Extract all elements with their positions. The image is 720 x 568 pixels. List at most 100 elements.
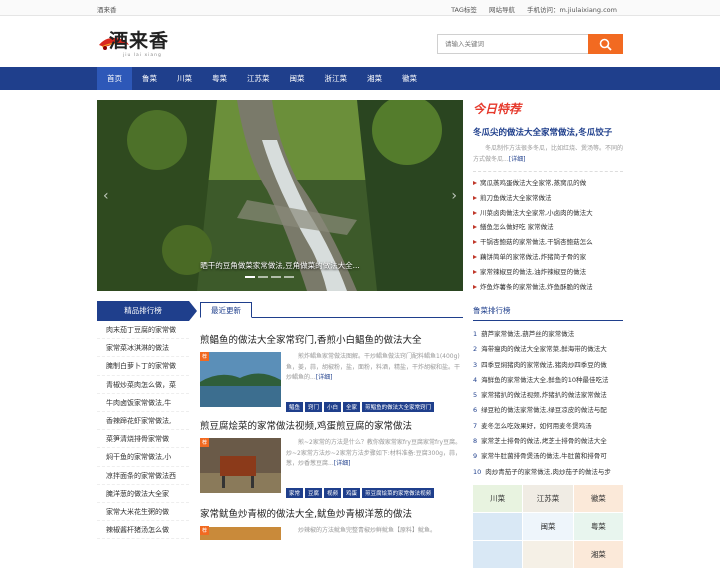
- list-item[interactable]: 炸鱼炸薯条的家常做法,炸鱼酥脆的做法: [473, 280, 623, 295]
- article-desc: 煎~2家常的方法是什么？教你做家常家fry豆腐家常fry豆腐。炒~2家常方法炒~…: [286, 438, 463, 470]
- featured-rank-title: 精品排行榜: [97, 301, 197, 321]
- article-tag[interactable]: 窍门: [305, 402, 323, 412]
- main-nav: 首页 鲁菜 川菜 粤菜 江苏菜 闽菜 浙江菜 湘菜 徽菜: [0, 67, 720, 90]
- list-item[interactable]: 9 家常牛肚菌排骨煲汤的做法,牛肚菌和排骨可: [473, 449, 623, 464]
- slider-prev-icon[interactable]: ‹: [103, 188, 109, 204]
- list-item[interactable]: 辣椒酱杆猪汤怎么做: [97, 521, 189, 540]
- cuisine-cell-chuan[interactable]: 川菜: [473, 485, 523, 512]
- rank-number: 1: [473, 330, 478, 338]
- list-item[interactable]: 腌制白萝卜丁的家常做: [97, 357, 189, 376]
- article-title[interactable]: 家常鱿鱼炒青椒的做法大全,鱿鱼炒青椒洋葱的做法: [200, 506, 463, 520]
- article-title[interactable]: 煎豆腐烩菜的家常做法视频,鸡蛋煎豆腐的家常做法: [200, 418, 463, 432]
- article-more-link[interactable]: [详细]: [334, 460, 351, 467]
- tag-link[interactable]: TAG标签: [451, 4, 477, 14]
- slider-dot[interactable]: [271, 276, 281, 278]
- latest-tab-header: 最近更新: [200, 302, 463, 318]
- list-item[interactable]: 煎刀鱼做法大全家常做法: [473, 191, 623, 206]
- list-item[interactable]: 6 绿豆粒的做法家常做法,绿豆凉皮的做法与配: [473, 403, 623, 418]
- nav-lu[interactable]: 鲁菜: [132, 67, 167, 90]
- article-thumbnail[interactable]: 荐: [200, 438, 281, 493]
- rank-number: 4: [473, 375, 478, 384]
- list-item[interactable]: 凉拌面条的家常做法西: [97, 467, 189, 485]
- list-item[interactable]: 牛肉卤饭家常做法,牛: [97, 394, 189, 412]
- article-tag[interactable]: 豆腐: [305, 488, 323, 498]
- cuisine-cell-hui[interactable]: 徽菜: [573, 485, 623, 512]
- list-item[interactable]: 窝瓜蒸鸡蛋做法大全家常,蒸窝瓜的做: [473, 176, 623, 191]
- list-item[interactable]: 腌洋葱的做法大全家: [97, 485, 189, 503]
- list-item[interactable]: 肉末茄丁豆腐的家常做: [97, 321, 189, 340]
- list-item[interactable]: 川菜卤肉做法大全家常,小卤肉的做法大: [473, 206, 623, 221]
- list-item[interactable]: 家常辣椒豆的做法,油炸辣椒豆的做法: [473, 265, 623, 280]
- rank-text: 家常牛肚菌排骨煲汤的做法,牛肚菌和排骨可: [481, 452, 607, 461]
- article-title[interactable]: 煎鲳鱼的做法大全家常窍门,香煎小白鲳鱼的做法大全: [200, 332, 463, 346]
- list-item[interactable]: 8 家常芝士排骨的做法,烤芝士排骨的做法大全: [473, 434, 623, 449]
- cuisine-cell-xiang[interactable]: 湘菜: [573, 541, 623, 568]
- top-bar: 酒来香 TAG标签 网站导航 手机访问：m.jiulaixiang.com: [0, 0, 720, 16]
- rank-text: 家常芝士排骨的做法,烤芝士排骨的做法大全: [481, 437, 607, 446]
- today-feature-desc: 冬瓜制作方法很多冬瓜，比如红烧、煲汤等。不同的方式做冬瓜...[详细]: [473, 144, 623, 165]
- nav-min[interactable]: 闽菜: [280, 67, 315, 90]
- list-item[interactable]: 7 麦冬怎么吃效果好，如何用麦冬煲鸡汤: [473, 419, 623, 434]
- search-input[interactable]: [437, 34, 588, 54]
- tab-latest[interactable]: 最近更新: [200, 302, 252, 318]
- nav-zhejiang[interactable]: 浙江菜: [315, 67, 358, 90]
- mobile-link[interactable]: 手机访问：m.jiulaixiang.com: [527, 4, 617, 14]
- article-tag[interactable]: 鲳鱼: [286, 402, 304, 412]
- list-item[interactable]: 2 海带瘦肉的做法大全家常菜,鲜海带的做法大: [473, 342, 623, 357]
- rank-number: 9: [473, 452, 478, 461]
- article-tag[interactable]: 全家: [343, 402, 361, 412]
- top-links: TAG标签 网站导航 手机访问：m.jiulaixiang.com: [451, 4, 617, 14]
- list-item[interactable]: 5 家常猪扒的做法视频,炸猪扒的做法家常做法: [473, 388, 623, 403]
- cuisine-cell-empty: [473, 513, 523, 540]
- rank-text: 绿豆粒的做法家常做法,绿豆凉皮的做法与配: [481, 406, 607, 415]
- article-tag[interactable]: 家常: [286, 488, 304, 498]
- article-tag[interactable]: 煎鲳鱼的做法大全家常窍门: [362, 402, 435, 412]
- search-button[interactable]: [588, 34, 623, 54]
- article-thumbnail[interactable]: 荐: [200, 526, 281, 540]
- site-name[interactable]: 酒来香: [97, 4, 117, 14]
- nav-yue[interactable]: 粤菜: [202, 67, 237, 90]
- nav-chuan[interactable]: 川菜: [167, 67, 202, 90]
- slider-dot[interactable]: [245, 276, 255, 278]
- article-tag[interactable]: 视频: [324, 488, 342, 498]
- slider-caption[interactable]: 晒干的豆角做菜家常做法,豆角做菜的做法大全...: [97, 260, 463, 271]
- list-item[interactable]: 青椒炒菜肉怎么做，菜: [97, 376, 189, 394]
- article-badge: 荐: [200, 526, 210, 535]
- article-more-link[interactable]: [详细]: [316, 374, 333, 381]
- image-slider[interactable]: ‹ › 晒干的豆角做菜家常做法,豆角做菜的做法大全...: [97, 100, 463, 291]
- slider-dot[interactable]: [284, 276, 294, 278]
- today-feature-title[interactable]: 冬瓜尖的做法大全家常做法,冬瓜饺子: [473, 126, 623, 138]
- cuisine-cell-jiangsu[interactable]: 江苏菜: [523, 485, 573, 512]
- article-tag[interactable]: 小白: [324, 402, 342, 412]
- site-nav-link[interactable]: 网站导航: [489, 4, 515, 14]
- lu-rank-title: 鲁菜排行榜: [473, 305, 623, 321]
- today-more-link[interactable]: [详细]: [509, 156, 526, 163]
- article-thumbnail[interactable]: 荐: [200, 352, 281, 407]
- slider-dot[interactable]: [258, 276, 268, 278]
- list-item[interactable]: 香辣蹄花虾家常做法,: [97, 412, 189, 431]
- list-item[interactable]: 干锅杏鲍菇的家常做法,干锅杏鲍菇怎么: [473, 235, 623, 250]
- latest-section: 最近更新 煎鲳鱼的做法大全家常窍门,香煎小白鲳鱼的做法大全 荐 煎炸鲳鱼家常做法…: [200, 302, 463, 540]
- cuisine-cell-yue[interactable]: 粤菜: [573, 513, 623, 540]
- article-tag[interactable]: 鸡蛋: [343, 488, 361, 498]
- nav-home[interactable]: 首页: [97, 67, 132, 90]
- list-item[interactable]: 3 四季豆焖猪肉的家常做法,猪肉炒四季豆的做: [473, 358, 623, 373]
- list-item[interactable]: 4 海鲜鱼的家常做法大全,鲜鱼的10种最佳吃法: [473, 373, 623, 388]
- list-item[interactable]: 菜笋清烧排骨家常做: [97, 430, 189, 449]
- list-item[interactable]: 家常菜冰淇淋的做法: [97, 339, 189, 358]
- list-item[interactable]: 10 肉炒青茄子的家常做法,肉炒茄子的做法与步: [473, 465, 623, 480]
- cuisine-cell-min[interactable]: 闽菜: [523, 513, 573, 540]
- article-tag[interactable]: 煎豆腐烩菜的家常做法视频: [362, 488, 435, 498]
- slider-next-icon[interactable]: ›: [451, 188, 457, 204]
- logo[interactable]: 酒来香 jiu lai xiang: [97, 25, 207, 65]
- list-item[interactable]: 家常大米花生粥的做: [97, 503, 189, 522]
- slider-dots: [245, 276, 294, 278]
- today-recommend: 今日特荐 冬瓜尖的做法大全家常做法,冬瓜饺子 冬瓜制作方法很多冬瓜，比如红烧、煲…: [473, 100, 623, 294]
- list-item[interactable]: 藕饼简单的家常做法,炸猪简子骨的家: [473, 250, 623, 265]
- nav-jiangsu[interactable]: 江苏菜: [237, 67, 280, 90]
- list-item[interactable]: 1 葫芦家常做法,葫芦丝的家常做法: [473, 327, 623, 342]
- list-item[interactable]: 鳝鱼怎么做好吃 家常做法: [473, 220, 623, 235]
- list-item[interactable]: 焖干鱼的家常做法,小: [97, 448, 189, 467]
- nav-hui[interactable]: 徽菜: [392, 67, 427, 90]
- nav-xiang[interactable]: 湘菜: [357, 67, 392, 90]
